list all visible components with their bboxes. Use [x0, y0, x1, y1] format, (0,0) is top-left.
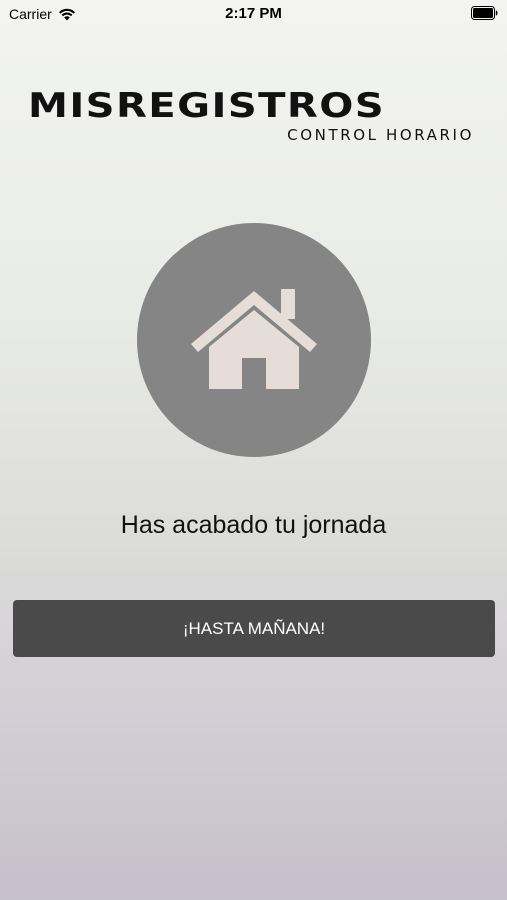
home-status-badge [137, 223, 371, 457]
see-you-tomorrow-label: ¡HASTA MAÑANA! [182, 618, 326, 638]
home-icon [191, 289, 317, 389]
status-bar: Carrier 2:17 PM [0, 0, 507, 28]
status-time: 2:17 PM [225, 5, 282, 22]
logo-subtitle: CONTROL HORARIO [287, 126, 474, 144]
see-you-tomorrow-button[interactable]: ¡HASTA MAÑANA! [13, 600, 495, 657]
logo-title: MISREGISTROS [28, 86, 386, 126]
battery-icon [471, 6, 498, 20]
workday-status-message: Has acabado tu jornada [120, 511, 387, 539]
app-logo: MISREGISTROS CONTROL HORARIO [28, 88, 474, 146]
